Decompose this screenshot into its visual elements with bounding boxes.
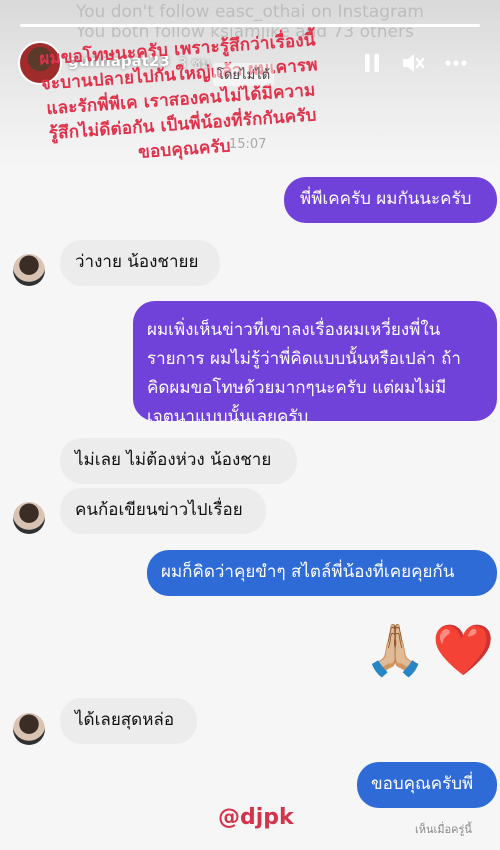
speaker-muted-icon[interactable]	[400, 50, 426, 76]
message-outgoing: ขอบคุณครับพี่	[357, 762, 497, 808]
message-incoming: ไม่เลย ไม่ต้องห่วง น้องชาย	[60, 438, 297, 484]
more-dots-icon[interactable]	[443, 50, 469, 76]
apology-overlay-text: ผมขอโทษนะครับ เพราะรู้สึกว่าเรื่องนี้จะบ…	[38, 30, 319, 163]
sender-avatar[interactable]	[13, 502, 45, 534]
story-progress-fill	[20, 24, 480, 27]
pause-icon[interactable]	[359, 50, 385, 76]
message-outgoing: พี่พีเคครับ ผมกันนะครับ	[284, 177, 497, 223]
sender-avatar[interactable]	[13, 713, 45, 745]
seen-status: เห็นเมื่อครู่นี้	[415, 823, 472, 836]
chat-timestamp: 15:07	[229, 137, 267, 152]
message-incoming: คนก้อเขียนข่าวไปเรื่อย	[60, 488, 266, 534]
story-progress-bar	[20, 24, 480, 27]
background-tag-text: โดยไม่ได้	[213, 63, 275, 86]
message-incoming: ได้เลยสุดหล่อ	[60, 698, 197, 744]
praying-hands-emoji: 🙏🏼	[364, 621, 427, 679]
red-heart-emoji: ❤️	[432, 621, 495, 679]
message-outgoing: ผมเพิ่งเห็นข่าวที่เขาลงเรื่องผมเหวี่ยงพี…	[133, 301, 497, 427]
follow-info-line-1: You don't follow easc_othai on Instagram	[76, 2, 424, 22]
sender-avatar[interactable]	[13, 254, 45, 286]
watermark: @djpk	[218, 805, 294, 830]
message-incoming: ว่างาย น้องชายย	[60, 240, 220, 286]
message-outgoing: ผมก็คิดว่าคุยขำๆ สไตล์พี่น้องที่เคยคุยกั…	[147, 550, 497, 596]
